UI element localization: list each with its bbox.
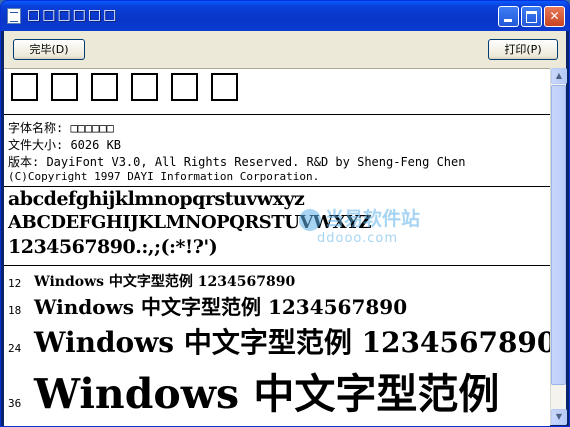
font-preview-pane[interactable]: 字体名称: □□□□□□ 文件大小: 6026 KB 版本: DayiFont … bbox=[4, 68, 550, 426]
watermark-url: ddooo.com bbox=[317, 231, 399, 246]
close-icon: ✕ bbox=[549, 9, 560, 23]
scroll-down-arrow-icon[interactable]: ▼ bbox=[551, 409, 567, 425]
maximize-icon bbox=[526, 11, 537, 23]
size-sample-12: Windows 中文字型范例 1234567890 bbox=[34, 274, 296, 290]
file-size-line: 文件大小: 6026 KB bbox=[8, 138, 122, 152]
done-button[interactable]: 完毕(D) bbox=[13, 39, 85, 60]
placeholder-glyph bbox=[171, 73, 198, 101]
maximize-button[interactable] bbox=[521, 6, 542, 27]
version-line: 版本: DayiFont V3.0, All Rights Reserved. … bbox=[8, 155, 466, 169]
document-icon bbox=[7, 8, 21, 24]
placeholder-glyph bbox=[11, 73, 38, 101]
size-label-12: 12 bbox=[8, 277, 22, 290]
size-label-36: 36 bbox=[8, 397, 22, 410]
placeholder-glyph bbox=[131, 73, 158, 101]
size-sample-36: Windows 中文字型范例 bbox=[34, 370, 500, 418]
divider bbox=[4, 114, 550, 115]
watermark-title: 当易软件站 bbox=[325, 208, 421, 230]
glyph-preview-row bbox=[11, 73, 251, 105]
minimize-button[interactable] bbox=[498, 6, 519, 27]
title-bar[interactable]: □□□□□□ ✕ bbox=[1, 1, 569, 31]
vertical-scrollbar[interactable]: ▲ ▼ bbox=[550, 68, 567, 425]
watermark-logo-icon bbox=[299, 208, 321, 231]
size-sample-18: Windows 中文字型范例 1234567890 bbox=[34, 295, 408, 319]
close-button[interactable]: ✕ bbox=[544, 6, 565, 27]
scroll-up-arrow-icon[interactable]: ▲ bbox=[551, 68, 567, 84]
font-name-line: 字体名称: □□□□□□ bbox=[8, 121, 114, 135]
print-button[interactable]: 打印(P) bbox=[488, 39, 558, 60]
minimize-icon bbox=[504, 19, 512, 22]
font-viewer-window: □□□□□□ ✕ 完毕(D) 打印(P) 字体名称: □□□□□□ 文件大小: … bbox=[0, 0, 570, 427]
lowercase-sample: abcdefghijklmnopqrstuvwxyz bbox=[8, 188, 305, 210]
client-area: 完毕(D) 打印(P) 字体名称: □□□□□□ 文件大小: 6026 KB 版… bbox=[4, 31, 567, 426]
divider bbox=[4, 265, 550, 266]
size-label-18: 18 bbox=[8, 304, 22, 317]
window-title: □□□□□□ bbox=[27, 7, 119, 23]
watermark: 当易软件站 ddooo.com bbox=[299, 204, 420, 246]
placeholder-glyph bbox=[211, 73, 238, 101]
divider bbox=[4, 186, 550, 187]
placeholder-glyph bbox=[91, 73, 118, 101]
copyright-line: (C)Copyright 1997 DAYI Information Corpo… bbox=[8, 170, 320, 183]
scroll-thumb[interactable] bbox=[551, 85, 566, 385]
size-sample-24: Windows 中文字型范例 1234567890 bbox=[34, 326, 550, 359]
placeholder-glyph bbox=[51, 73, 78, 101]
size-label-24: 24 bbox=[8, 342, 22, 355]
digits-sample: 1234567890.:,;(:*!?') bbox=[8, 236, 218, 258]
